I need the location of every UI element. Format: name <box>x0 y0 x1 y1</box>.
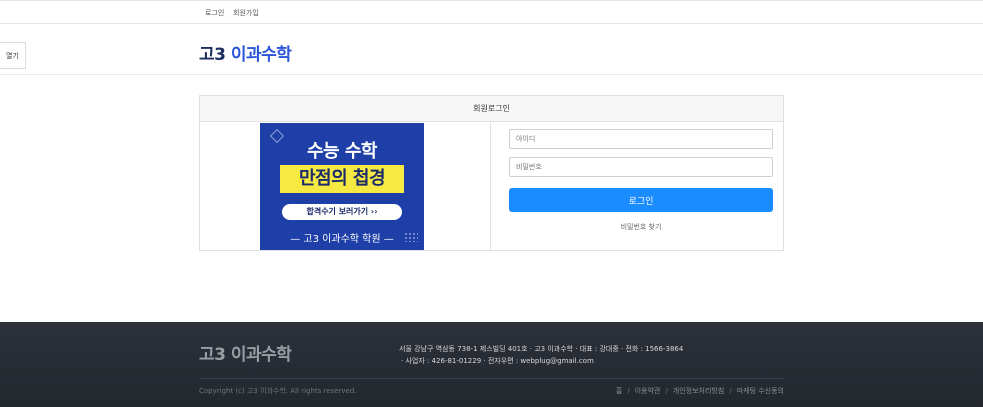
footer-links: 홈 / 이용약관 / 개인정보처리방침 / 마케팅 수신동의 <box>615 387 784 395</box>
login-link[interactable]: 로그인 <box>205 8 224 18</box>
logo-title: 이과수학 <box>230 45 292 65</box>
footer-divider <box>199 378 784 379</box>
id-input[interactable] <box>509 129 773 149</box>
password-input[interactable] <box>509 157 773 177</box>
banner-highlight: 만점의 첩경 <box>280 165 404 193</box>
site-footer: 고3 이과수학 서울 강남구 역삼동 738-1 제스빌딩 401호 · 고3 … <box>0 322 983 407</box>
footer-address-line2: · 사업자 : 426-81-01229 · 전자우편 : webplug@gm… <box>401 357 594 365</box>
footer-link-home[interactable]: 홈 <box>616 387 622 395</box>
logo-grade: 고3 <box>199 45 226 65</box>
login-panel: 회원로그인 수능 수학 만점의 첩경 합격수기 보러가기 ›› — 고3 이과수… <box>199 95 784 251</box>
site-logo[interactable]: 고3 이과수학 <box>199 40 292 65</box>
login-submit-button[interactable]: 로그인 <box>509 188 773 212</box>
footer-copyright: Copyright (c) 고3 이과수학. All rights reserv… <box>199 387 357 395</box>
login-panel-title: 회원로그인 <box>200 96 783 122</box>
login-form: 로그인 비밀번호 찾기 <box>491 122 783 250</box>
find-password-link[interactable]: 비밀번호 찾기 <box>509 222 773 232</box>
promo-banner[interactable]: 수능 수학 만점의 첩경 합격수기 보러가기 ›› — 고3 이과수학 학원 — <box>260 123 424 250</box>
footer-link-marketing[interactable]: 마케팅 수신동의 <box>737 387 784 395</box>
banner-cta-button[interactable]: 합격수기 보러가기 ›› <box>282 204 402 220</box>
top-utility-bar: 로그인 회원가입 <box>0 0 983 24</box>
banner-footer-text: — 고3 이과수학 학원 — <box>290 234 394 245</box>
footer-link-privacy[interactable]: 개인정보처리방침 <box>673 387 725 395</box>
banner-dots-icon <box>404 232 418 242</box>
site-header: 고3 이과수학 <box>0 24 983 75</box>
banner-headline: 수능 수학 <box>306 141 378 162</box>
side-menu-toggle-button[interactable]: 열기 <box>0 42 26 69</box>
footer-address-line1: 서울 강남구 역삼동 738-1 제스빌딩 401호 · 고3 이과수학 · 대… <box>399 345 684 353</box>
footer-address: 서울 강남구 역삼동 738-1 제스빌딩 401호 · 고3 이과수학 · 대… <box>399 343 683 367</box>
footer-logo: 고3 이과수학 <box>199 345 292 365</box>
footer-link-terms[interactable]: 이용약관 <box>635 387 661 395</box>
signup-link[interactable]: 회원가입 <box>233 8 259 18</box>
login-banner-area: 수능 수학 만점의 첩경 합격수기 보러가기 ›› — 고3 이과수학 학원 — <box>200 122 491 250</box>
